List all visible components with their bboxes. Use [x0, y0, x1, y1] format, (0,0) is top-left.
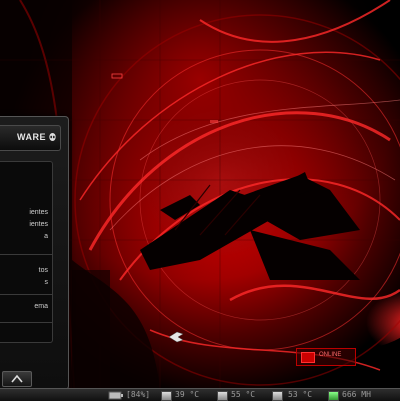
menu-separator — [0, 254, 52, 255]
cpu-clock-speed: 666 MH — [342, 390, 371, 399]
brand-logo-text: WARE — [17, 132, 46, 142]
menu-item-label: ientes — [29, 209, 48, 216]
menu-item-label: a — [44, 233, 48, 240]
menu-item-5[interactable]: s — [0, 278, 52, 292]
start-menu-program-list: ientes ientes a tos s ema — [0, 161, 53, 343]
disk-temperature: 53 °C — [288, 390, 313, 399]
flag-icon — [301, 352, 315, 363]
shutdown-button[interactable] — [2, 371, 32, 387]
desktop-widget[interactable]: ONLINE — [296, 348, 356, 366]
menu-item-label: ema — [34, 303, 48, 310]
gpu-temperature: 55 °C — [231, 390, 256, 399]
menu-item-label: s — [44, 279, 49, 286]
menu-item-3[interactable]: a — [0, 232, 52, 246]
widget-label: ONLINE — [319, 352, 342, 358]
alien-cursor-icon — [168, 331, 184, 343]
menu-item-system[interactable]: ema — [0, 302, 52, 316]
arrow-icon — [11, 374, 23, 383]
menu-separator — [0, 294, 52, 295]
menu-item-label: tos — [38, 267, 48, 274]
battery-percentage: [84%] — [126, 390, 151, 399]
menu-separator — [0, 322, 52, 323]
cpu-temperature: 39 °C — [175, 390, 200, 399]
alien-logo-icon — [49, 133, 56, 141]
menu-item-label: ientes — [29, 221, 48, 228]
start-menu-header: WARE — [0, 125, 61, 151]
start-menu: WARE ientes ientes a tos s ema — [0, 116, 69, 390]
taskbar: [84%] 39 °C 55 °C 53 °C 666 MH — [0, 388, 400, 401]
battery-icon — [108, 391, 123, 400]
